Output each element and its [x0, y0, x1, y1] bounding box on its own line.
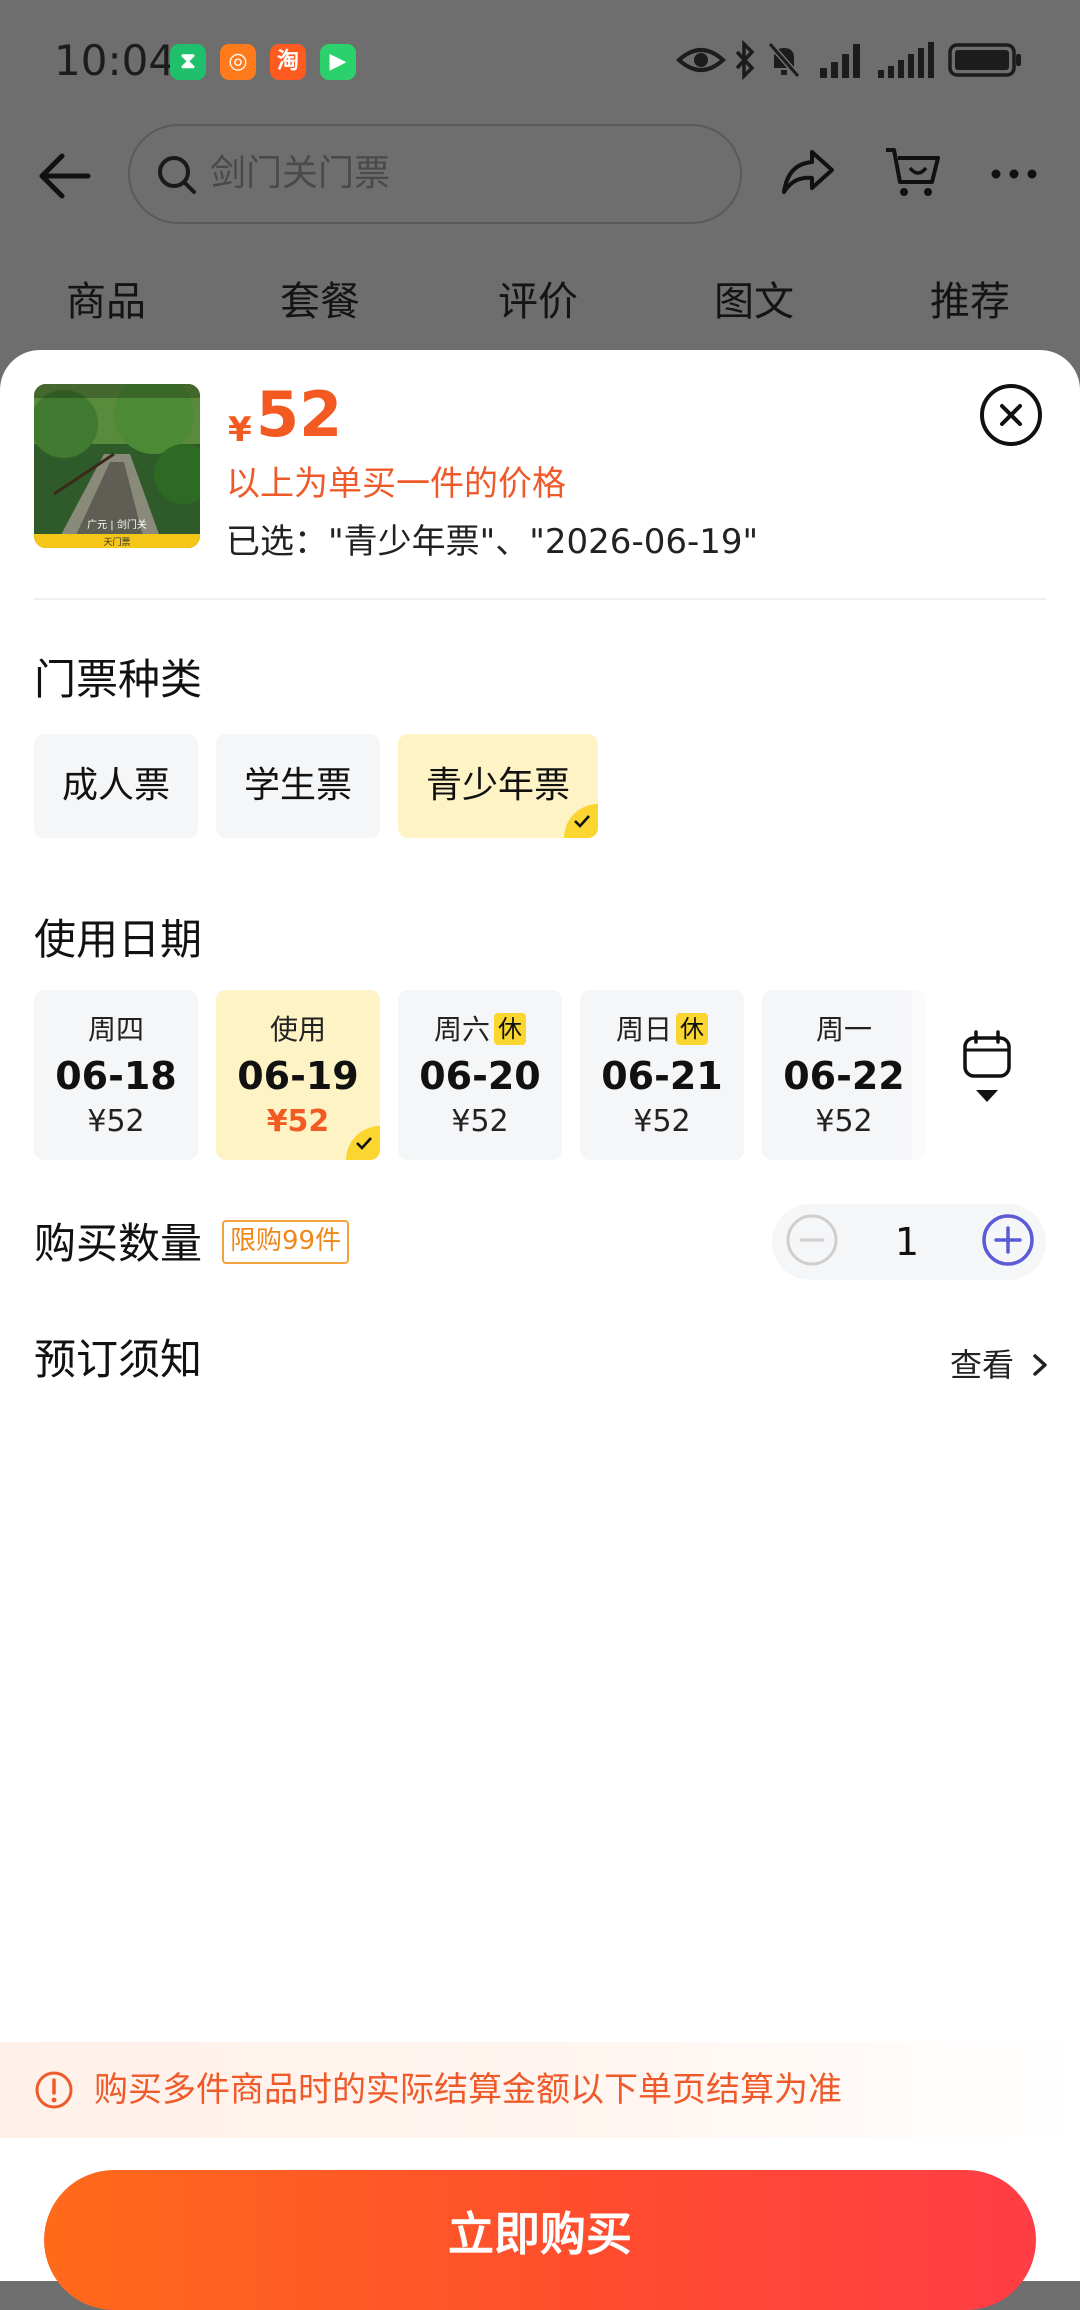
ticket-option-youth[interactable]: 青少年票 [398, 734, 598, 838]
date-value: 06-20 [419, 1054, 541, 1098]
calendar-icon [963, 1030, 1011, 1102]
shopping-app-icon: ◎ [220, 44, 256, 80]
product-thumbnail: 广元 | 剑门关 天门票 [34, 384, 200, 548]
back-arrow-icon[interactable] [36, 148, 92, 204]
quantity-title: 购买数量 [34, 1219, 203, 1268]
settlement-tip-text: 购买多件商品时的实际结算金额以下单页结算为准 [94, 2070, 842, 2110]
date-option-0620[interactable]: 周六休 06-20 ¥52 [398, 990, 562, 1160]
close-icon [1000, 404, 1022, 426]
search-input[interactable]: 剑门关门票 [128, 124, 742, 224]
hourglass-app-icon: ⧗ [170, 44, 206, 80]
mute-bell-icon [767, 42, 801, 78]
thumb-footer: 天门票 [103, 538, 131, 548]
chevron-right-icon [1033, 1354, 1047, 1376]
selected-check-icon [564, 804, 598, 838]
eye-icon [676, 48, 726, 72]
cart-icon[interactable] [882, 142, 942, 202]
selected-summary: 已选："青少年票"、"2026-06-19" [226, 522, 759, 562]
quantity-stepper: 1 [772, 1204, 1046, 1280]
more-icon[interactable] [984, 142, 1044, 202]
tab-product[interactable]: 商品 [66, 262, 146, 342]
date-value: 06-21 [601, 1054, 723, 1098]
date-weekday: 使用 [269, 1013, 326, 1046]
tab-recommend[interactable]: 推荐 [930, 262, 1010, 342]
taobao-app-icon: 淘 [270, 44, 306, 80]
date-option-0619[interactable]: 使用 06-19 ¥52 [216, 990, 380, 1160]
date-price: ¥52 [451, 1104, 509, 1139]
buy-now-button[interactable]: 立即购买 [44, 2170, 1036, 2310]
signal-2-icon [878, 42, 934, 78]
battery-icon [948, 43, 1021, 77]
divider [34, 598, 1046, 600]
status-bar: 10:04 ⧗ ◎ 淘 ▶ [0, 0, 1080, 120]
plus-icon[interactable] [980, 1212, 1036, 1268]
view-booking-notes-link[interactable]: 查看 [950, 1340, 1052, 1386]
ticket-option-label: 学生票 [243, 765, 352, 806]
tab-package[interactable]: 套餐 [280, 262, 360, 342]
signal-icon [820, 44, 860, 78]
quantity-value[interactable]: 1 [872, 1212, 942, 1272]
view-label: 查看 [950, 1346, 1015, 1384]
date-price: ¥52 [633, 1104, 691, 1139]
ticket-type-title: 门票种类 [34, 655, 203, 704]
ticket-option-adult[interactable]: 成人票 [34, 734, 198, 838]
ticket-option-student[interactable]: 学生票 [216, 734, 380, 838]
date-value: 06-19 [237, 1054, 359, 1098]
ticket-option-label: 成人票 [61, 765, 170, 806]
holiday-badge: 休 [676, 1013, 708, 1045]
sku-selector-sheet: 广元 | 剑门关 天门票 ¥ 52 以上为单买一件的价格 已选："青少年票"、"… [0, 350, 1080, 2310]
usage-date-title: 使用日期 [34, 915, 203, 964]
date-weekday: 周日休 [580, 1008, 744, 1048]
date-price: ¥52 [87, 1104, 145, 1139]
search-query: 剑门关门票 [210, 153, 391, 194]
date-value: 06-18 [55, 1054, 177, 1098]
calendar-button[interactable] [952, 1026, 1022, 1126]
date-weekday: 周六休 [398, 1008, 562, 1048]
video-app-icon: ▶ [320, 44, 356, 80]
booking-notes-title: 预订须知 [34, 1335, 203, 1384]
close-button[interactable] [980, 384, 1042, 446]
price-value: 52 [256, 378, 343, 451]
section-tabs: 商品 套餐 评价 图文 推荐 [0, 262, 1080, 342]
bluetooth-icon [735, 40, 755, 80]
tab-details[interactable]: 图文 [714, 262, 794, 342]
date-weekday: 周四 [87, 1013, 144, 1046]
date-option-0618[interactable]: 周四 06-18 ¥52 [34, 990, 198, 1160]
thumb-caption: 广元 | 剑门关 [87, 520, 147, 531]
minus-icon[interactable] [784, 1212, 840, 1268]
ticket-option-label: 青少年票 [425, 765, 570, 806]
settlement-tip-bar: 购买多件商品时的实际结算金额以下单页结算为准 [0, 2042, 1080, 2138]
share-icon[interactable] [778, 142, 838, 202]
status-time: 10:04 [54, 36, 176, 85]
price-note: 以上为单买一件的价格 [226, 464, 566, 504]
purchase-limit-badge: 限购99件 [222, 1220, 350, 1264]
holiday-badge: 休 [494, 1013, 526, 1045]
date-option-0621[interactable]: 周日休 06-21 ¥52 [580, 990, 744, 1160]
tab-reviews[interactable]: 评价 [498, 262, 578, 342]
search-icon [158, 156, 196, 194]
scroll-fade [900, 990, 940, 1160]
warning-circle-icon [35, 2071, 73, 2109]
price-currency: ¥ [228, 410, 252, 450]
